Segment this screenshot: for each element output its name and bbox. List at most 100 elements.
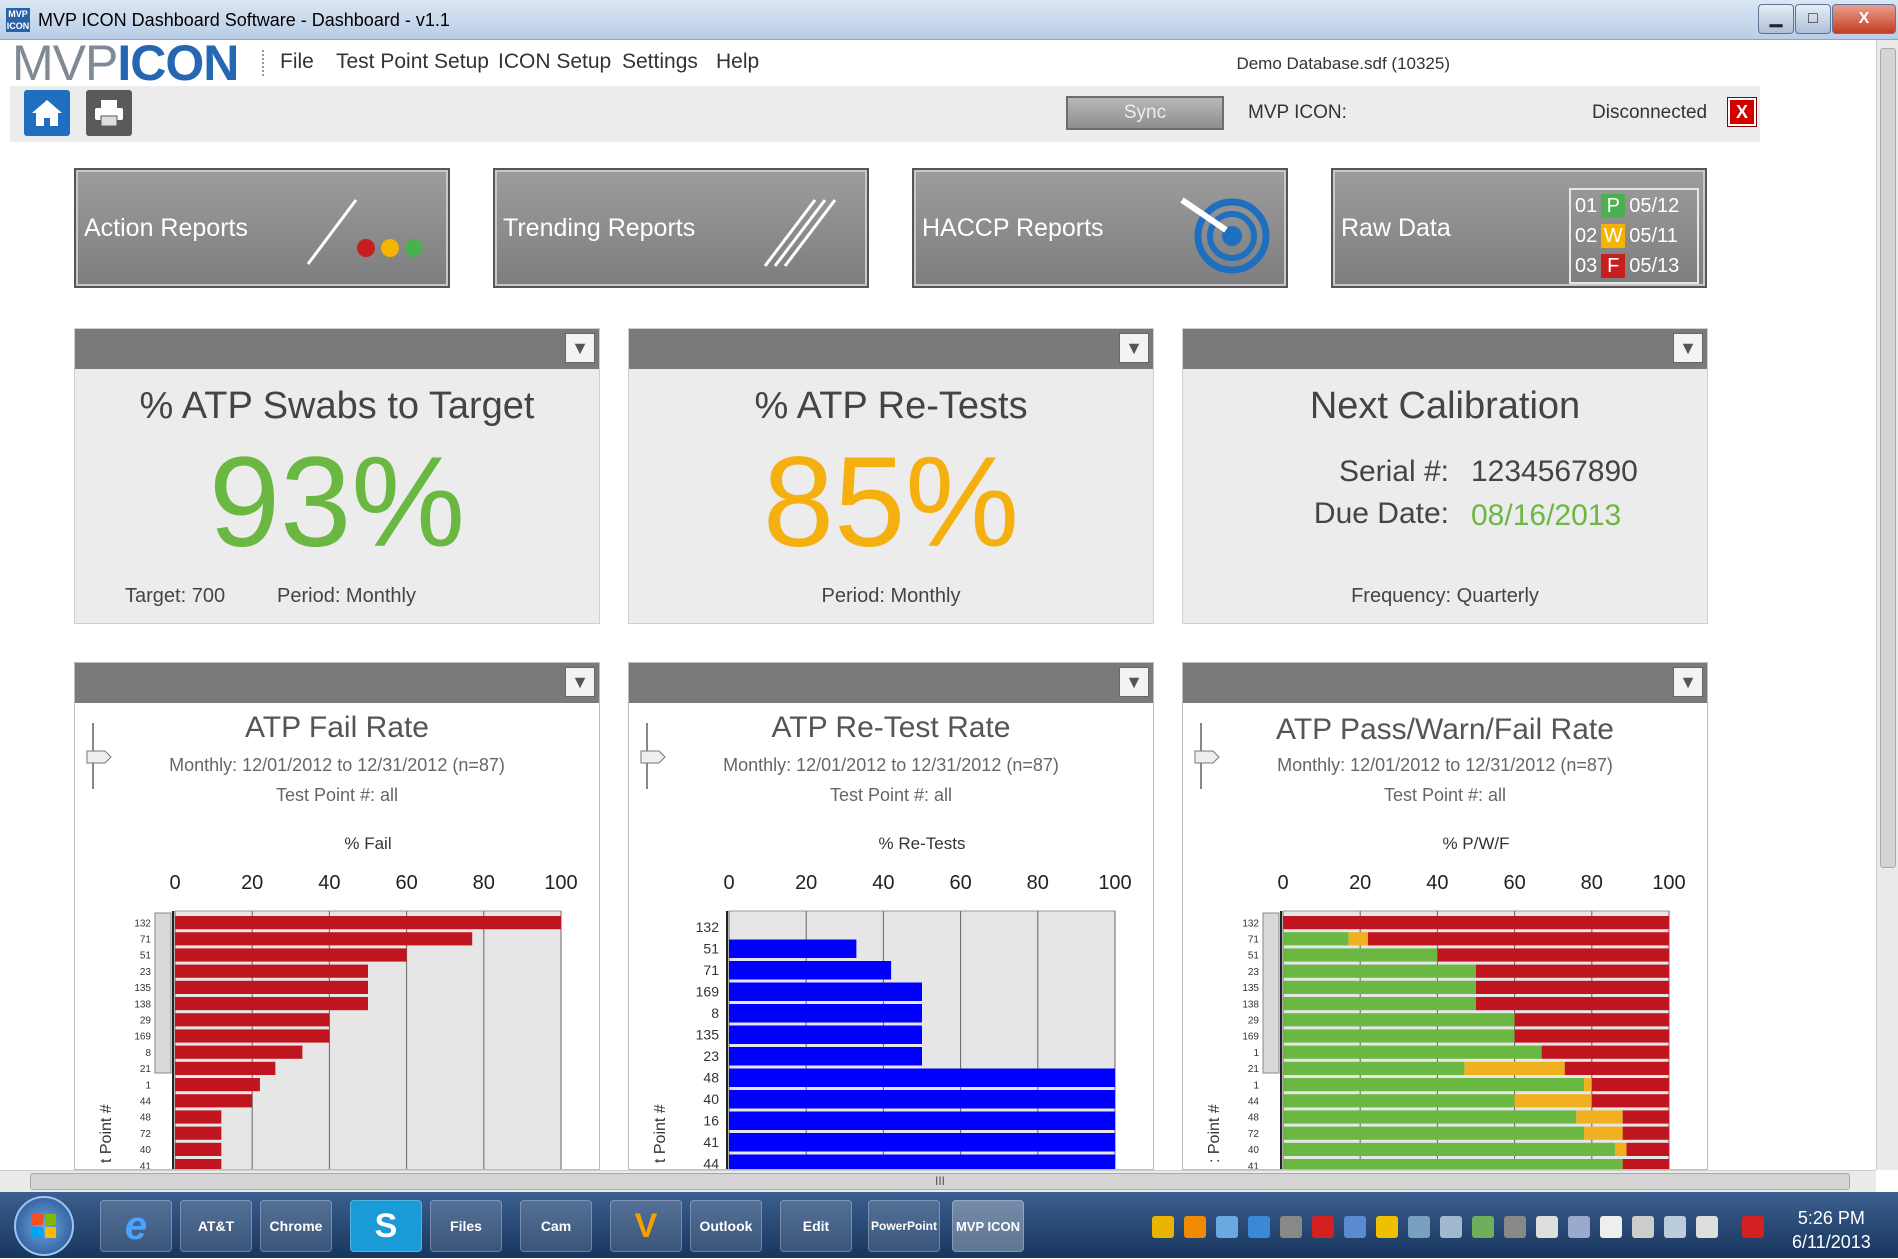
menu-settings[interactable]: Settings [622,50,698,74]
mvp-icon-label: MVP ICON: [1248,102,1347,123]
bar-fail [1626,1142,1669,1156]
widget-dropdown-icon[interactable]: ▼ [1673,333,1703,363]
y-scrollbar [154,912,172,1074]
bar-fail [1476,997,1669,1011]
chart-subtitle: Monthly: 12/01/2012 to 12/31/2012 (n=87) [1277,755,1613,775]
y-tick-label: 135 [1242,983,1259,994]
traffic-light-icon [306,199,423,265]
bar [175,964,368,978]
widget-title: % ATP Swabs to Target [139,385,535,427]
vertical-scrollbar[interactable] [1876,40,1898,1170]
tile-label: Raw Data [1341,214,1451,242]
tray-shield-icon[interactable] [1376,1216,1398,1238]
bar-fail [1591,1078,1669,1092]
bar-warn [1514,1094,1592,1108]
close-button[interactable]: X [1832,4,1896,34]
widget-header: ▼ [1183,329,1707,369]
outlook-taskbar-button[interactable]: Outlook [690,1200,762,1252]
widget-dropdown-icon[interactable]: ▼ [1119,333,1149,363]
y-tick-label: 23 [140,967,152,978]
scrollbar-thumb[interactable] [1880,48,1896,868]
x-tick-label: 60 [395,872,417,894]
widget-dropdown-icon[interactable]: ▼ [565,667,595,697]
tray-people-icon[interactable] [1568,1216,1590,1238]
att-taskbar-button[interactable]: AT&T [180,1200,252,1252]
bar-fail [1514,1029,1669,1043]
disconnect-close-icon[interactable]: X [1727,97,1757,127]
chrome-taskbar-button[interactable]: Chrome [260,1200,332,1252]
scrollbar-thumb[interactable]: III [30,1173,1850,1190]
minimize-button[interactable]: ▁ [1758,4,1794,34]
raw-data-tile[interactable]: Raw Data 01 P 05/12 02 W 05/11 03 F 05/13 [1331,168,1707,288]
fail-badge: F [1601,254,1626,278]
tray-device-icon[interactable] [1408,1216,1430,1238]
tray-tool-icon[interactable] [1472,1216,1494,1238]
menu-file[interactable]: File [280,50,314,74]
skype-taskbar-button[interactable]: S [350,1200,422,1252]
home-icon [32,100,62,126]
bar-fail [1591,1094,1669,1108]
windows-logo-icon [32,1214,56,1238]
bar [729,939,857,958]
menu-test-point-setup[interactable]: Test Point Setup [336,50,489,74]
toolbar [10,86,1760,142]
menu-help[interactable]: Help [716,50,759,74]
tray-display-icon[interactable] [1440,1216,1462,1238]
tray-usb-icon[interactable] [1280,1216,1302,1238]
pass-badge: P [1601,194,1626,218]
bar-warn [1584,1078,1592,1092]
explorer-taskbar-button[interactable]: Files [430,1200,502,1252]
ie-taskbar-button[interactable]: e [100,1200,172,1252]
home-button[interactable] [24,90,70,136]
battery-icon[interactable] [1632,1216,1654,1238]
tray-camera-icon[interactable] [1504,1216,1526,1238]
tray-pdf-icon[interactable] [1312,1216,1334,1238]
start-button[interactable] [14,1196,74,1256]
powerpoint-taskbar-button[interactable]: PowerPoint [868,1200,940,1252]
widget-dropdown-icon[interactable]: ▼ [1673,667,1703,697]
tray-mail-icon[interactable] [1152,1216,1174,1238]
v-taskbar-button[interactable]: V [610,1200,682,1252]
widget-dropdown-icon[interactable]: ▼ [565,333,595,363]
sync-button[interactable]: Sync [1066,96,1224,130]
widget-dropdown-icon[interactable]: ▼ [1119,667,1149,697]
x-tick-label: 100 [544,872,577,894]
tray-sync-icon[interactable] [1248,1216,1270,1238]
bar-pass [1283,980,1476,994]
bar-pass [1283,1045,1542,1059]
print-button[interactable] [86,90,132,136]
raw-data-row: 02 W 05/11 [1571,222,1697,250]
bar [175,1094,253,1108]
bar [729,1025,922,1044]
tray-monitor-icon[interactable] [1344,1216,1366,1238]
chart-testpoint: Test Point #: all [275,785,399,805]
y-tick-label: 29 [140,1016,152,1027]
database-name: Demo Database.sdf (10325) [1236,54,1450,73]
bar-fail [1476,980,1669,994]
editor-taskbar-button[interactable]: Edit [780,1200,852,1252]
tray-paper-icon[interactable] [1536,1216,1558,1238]
x-tick-label: 0 [1277,872,1288,894]
app-icon: MVP ICON [6,8,30,32]
tray-network-icon[interactable] [1216,1216,1238,1238]
y-tick-label: 29 [1248,1016,1260,1027]
maximize-button[interactable]: □ [1795,4,1831,34]
tray-office-icon[interactable] [1184,1216,1206,1238]
horizontal-scrollbar[interactable]: III [0,1170,1876,1192]
retest-rate-chart: % Re-Tests 0 20 40 60 80 100 132 51 71 169 8 135 23 48… [652,834,1132,1169]
bar [175,1126,222,1140]
fail-rate-chart: % Fail 0 20 40 60 80 100 132 71 51 23 135 138 29 169 8 2… [98,834,578,1169]
widget-header: ▼ [629,663,1153,703]
action-reports-tile[interactable]: Action Reports [74,168,450,288]
flag-icon[interactable] [1600,1216,1622,1238]
system-clock[interactable]: 5:26 PM 6/11/2013 [1792,1206,1871,1254]
signal-icon[interactable] [1664,1216,1686,1238]
tray-exit-icon[interactable] [1742,1216,1764,1238]
trending-reports-tile[interactable]: Trending Reports [493,168,869,288]
menu-separator [262,50,266,76]
volume-icon[interactable] [1696,1216,1718,1238]
haccp-reports-tile[interactable]: HACCP Reports [912,168,1288,288]
mvp-icon-taskbar-button[interactable]: MVP ICON [952,1200,1024,1252]
menu-icon-setup[interactable]: ICON Setup [498,50,611,74]
camera-taskbar-button[interactable]: Cam [520,1200,592,1252]
